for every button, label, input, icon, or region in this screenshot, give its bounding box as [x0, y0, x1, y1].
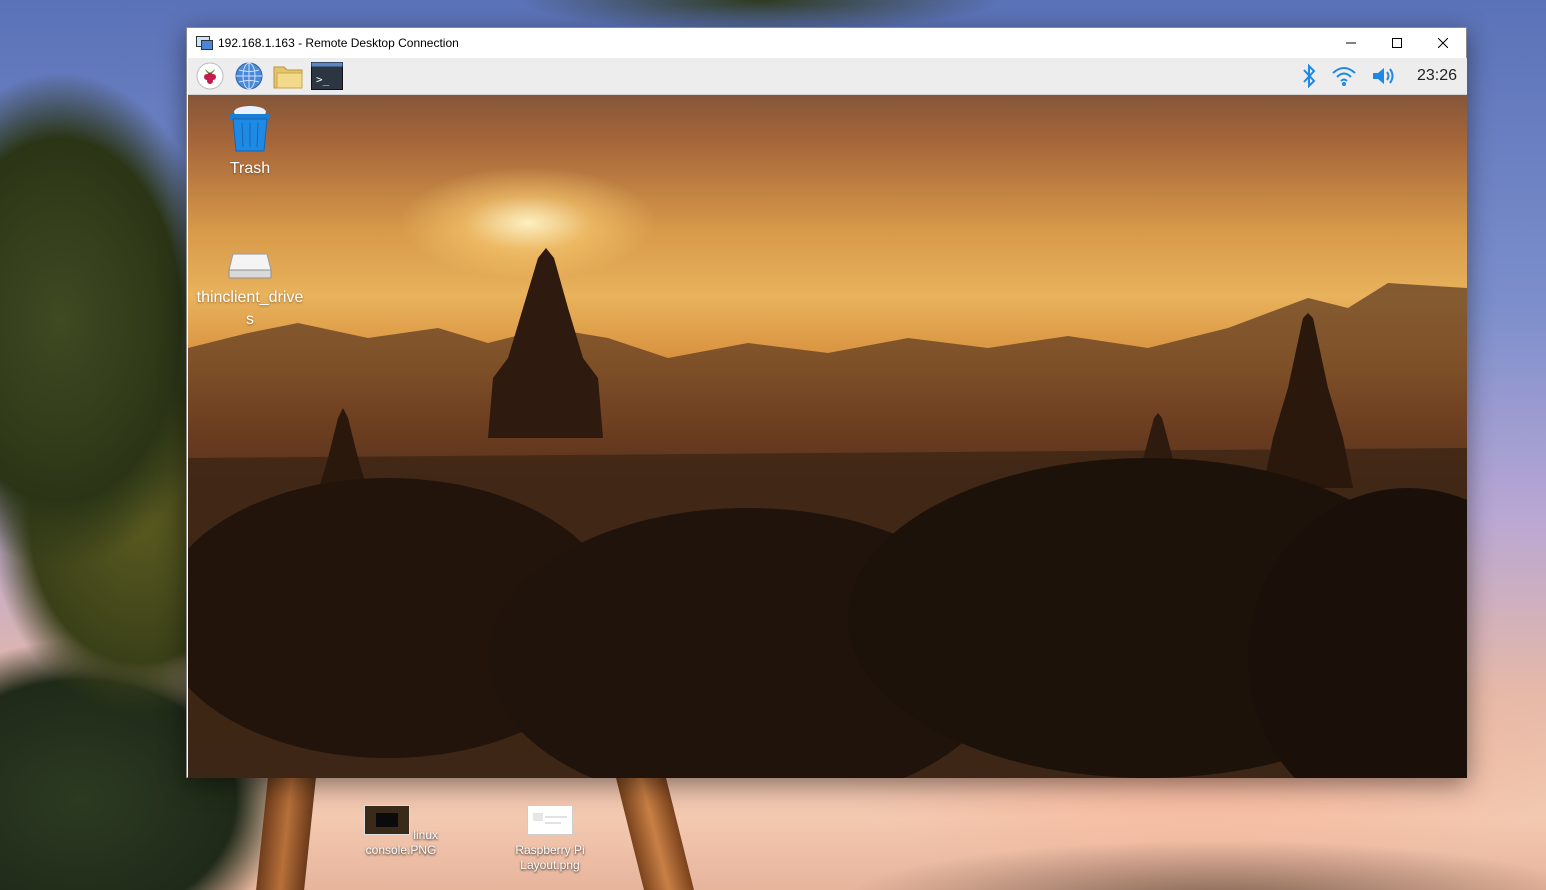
file-manager-button[interactable]: [272, 60, 304, 92]
trash-icon: [230, 106, 270, 152]
clock[interactable]: 23:26: [1417, 67, 1457, 85]
palm-fronds: [480, 0, 1040, 30]
remote-desktop-icon: [196, 36, 213, 50]
bluetooth-icon[interactable]: [1301, 63, 1317, 89]
shrubs: [700, 800, 1546, 890]
close-button[interactable]: [1420, 28, 1466, 58]
minimize-icon: [1346, 42, 1356, 44]
window-controls: [1328, 28, 1466, 58]
window-titlebar[interactable]: 192.168.1.163 - Remote Desktop Connectio…: [187, 28, 1466, 58]
close-icon: [1438, 38, 1448, 48]
maximize-button[interactable]: [1374, 28, 1420, 58]
host-file-linux-console[interactable]: linux console.PNG: [356, 805, 446, 858]
launcher-bar: >_: [194, 60, 343, 92]
web-browser-icon: [235, 62, 263, 90]
image-file-icon: [527, 805, 573, 835]
system-tray: 23:26: [1301, 58, 1457, 94]
window-title: 192.168.1.163 - Remote Desktop Connectio…: [218, 36, 459, 50]
remote-desktop-window[interactable]: 192.168.1.163 - Remote Desktop Connectio…: [186, 27, 1467, 778]
wifi-icon[interactable]: [1331, 65, 1357, 87]
desktop-icon-label: thinclient_drives: [196, 289, 304, 328]
raspberry-menu-button[interactable]: [194, 60, 226, 92]
terminal-icon: >_: [311, 62, 343, 90]
temple-silhouettes: [188, 248, 1467, 778]
maximize-icon: [1392, 38, 1402, 48]
host-file-label: Raspberry Pi Layout.png: [515, 843, 585, 872]
desktop-icon-trash[interactable]: Trash: [195, 103, 305, 180]
terminal-prompt: >_: [316, 73, 330, 86]
volume-icon[interactable]: [1371, 65, 1399, 87]
remote-pi-desktop[interactable]: >_ 23:26 Trash thinclient_drives: [188, 58, 1467, 778]
pi-taskbar: >_ 23:26: [188, 58, 1467, 95]
image-file-icon: [363, 805, 410, 835]
minimize-button[interactable]: [1328, 28, 1374, 58]
web-browser-button[interactable]: [233, 60, 265, 92]
terminal-button[interactable]: >_: [311, 60, 343, 92]
desktop-icon-thinclient-drives[interactable]: thinclient_drives: [195, 248, 305, 331]
raspberry-menu-icon: [196, 62, 224, 90]
host-file-raspberry-pi-layout[interactable]: Raspberry Pi Layout.png: [505, 805, 595, 873]
file-manager-icon: [273, 66, 303, 89]
drive-icon: [228, 253, 272, 279]
desktop-icon-label: Trash: [229, 160, 271, 177]
